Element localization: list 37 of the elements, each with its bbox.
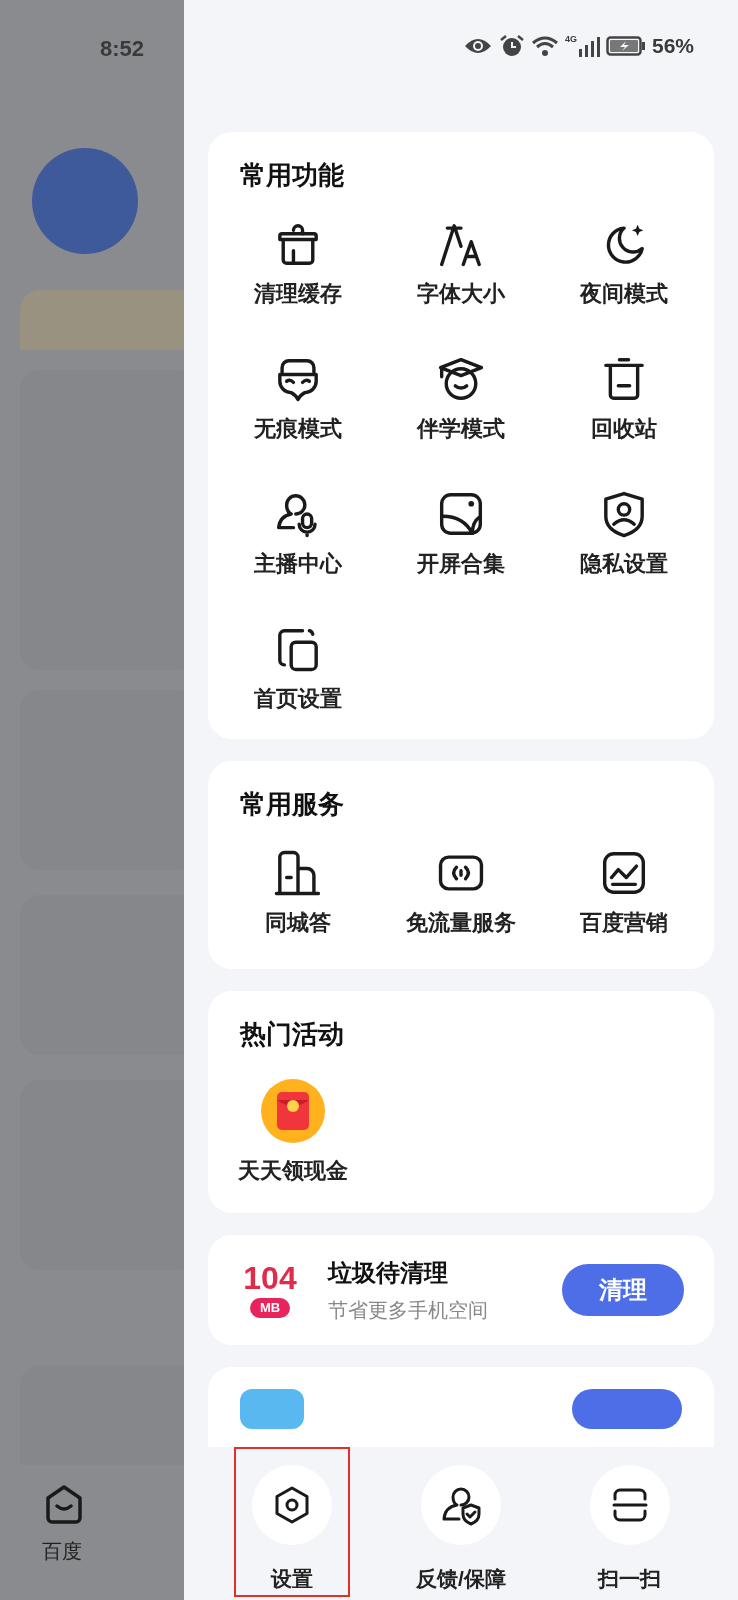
battery-icon <box>605 35 646 57</box>
shortcut-item[interactable]: 无痕模式 <box>216 354 380 445</box>
shortcut-item[interactable]: 隐私设置 <box>542 489 706 580</box>
shortcut-item[interactable]: 主播中心 <box>216 489 380 580</box>
backup-app-icon <box>240 1389 304 1429</box>
bottom-action[interactable]: 反馈/保障 <box>403 1447 519 1597</box>
shortcut-item[interactable]: 天天领现金 <box>206 1078 380 1187</box>
shortcut-item[interactable]: 伴学模式 <box>379 354 543 445</box>
envelope-icon <box>259 1078 326 1144</box>
shortcut-item[interactable]: 开屏合集 <box>379 489 543 580</box>
shortcut-item[interactable]: 回收站 <box>542 354 706 445</box>
shortcut-item[interactable]: 同城答 <box>216 848 380 939</box>
section-title: 常用功能 <box>239 159 345 192</box>
cleanup-subtitle: 节省更多手机空间 <box>328 1298 489 1323</box>
wifi-icon <box>530 35 559 57</box>
section-title: 常用服务 <box>239 788 345 821</box>
clean-button[interactable]: 清理 <box>562 1264 684 1316</box>
tab-label[interactable]: 百度 <box>42 1536 82 1566</box>
shortcut-item[interactable]: 首页设置 <box>216 624 380 715</box>
shortcut-item[interactable]: 免流量服务 <box>379 848 543 939</box>
section-title: 热门活动 <box>238 1018 345 1051</box>
status-time: 8:52 <box>100 35 145 63</box>
backup-button[interactable] <box>572 1389 682 1429</box>
shortcut-item[interactable]: 夜间模式 <box>542 219 706 310</box>
network-label: 4G <box>564 35 577 44</box>
building-icon <box>272 848 323 898</box>
signal-icon <box>577 35 600 57</box>
bottom-action[interactable]: 设置 <box>234 1447 351 1597</box>
shortcut-item[interactable]: 清理缓存 <box>216 219 380 310</box>
shortcut-item[interactable]: 字体大小 <box>379 219 543 310</box>
alarm-icon <box>498 34 525 58</box>
shortcut-item[interactable]: 百度营销 <box>542 848 706 939</box>
battery-percent: 56% <box>651 33 694 60</box>
cleanup-title: 垃圾待清理 <box>328 1258 449 1288</box>
bottom-action[interactable]: 扫一扫 <box>571 1447 688 1597</box>
unit-badge: MB <box>249 1298 291 1318</box>
junk-amount: 104 <box>243 1262 297 1295</box>
